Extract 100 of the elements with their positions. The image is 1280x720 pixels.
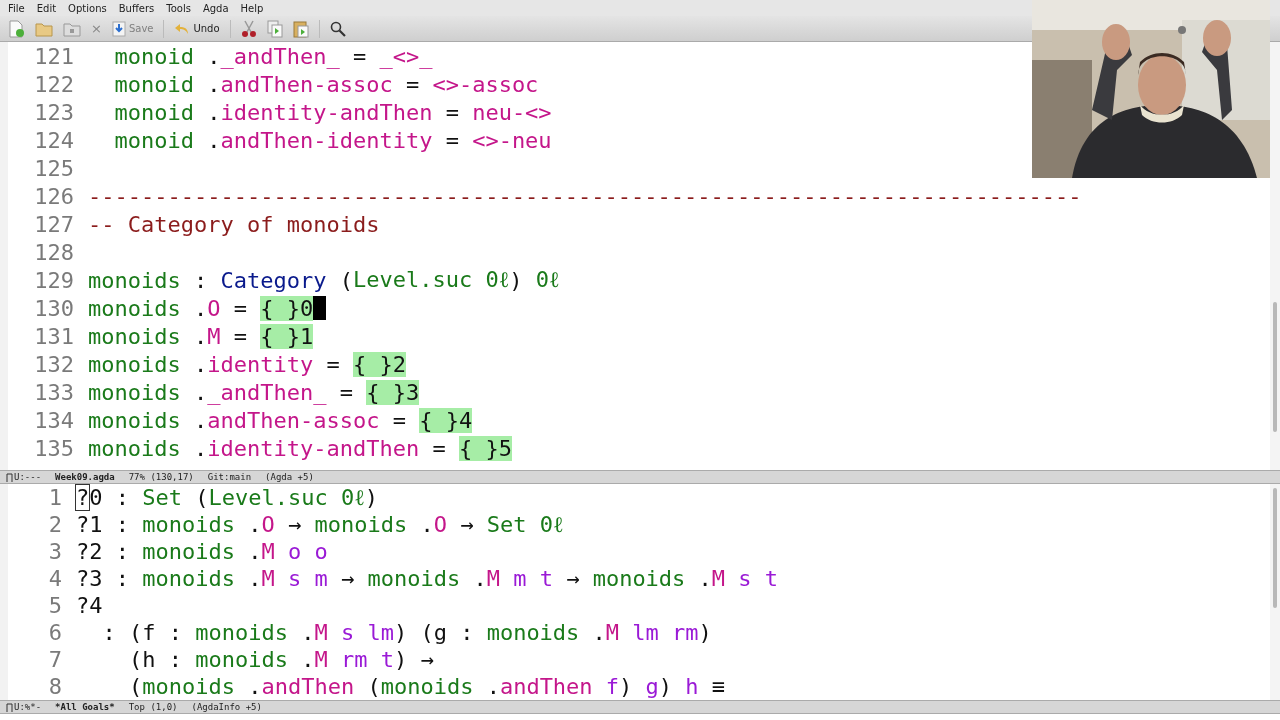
- code-token: .: [206, 43, 221, 69]
- code-token: (: [338, 267, 353, 293]
- code-token: .: [247, 674, 262, 699]
- code-token: monoids: [314, 512, 408, 537]
- line-number: 122: [33, 71, 75, 97]
- menu-item[interactable]: Agda: [196, 2, 235, 14]
- line-number: 133: [33, 379, 75, 405]
- code-token: monoids: [88, 323, 181, 349]
- modeline-text: (Agda +5): [265, 472, 314, 482]
- code-comment: -- Category of monoids: [88, 211, 380, 237]
- code-token: neu-<>: [472, 99, 552, 125]
- line-number: 7: [47, 647, 63, 672]
- code-token: M: [261, 566, 275, 591]
- scrollbar[interactable]: [1270, 42, 1280, 470]
- code-token: ?3 :: [76, 566, 130, 591]
- code-token: monoid: [113, 43, 194, 69]
- code-token: .: [206, 127, 221, 153]
- code-token: =: [431, 435, 447, 461]
- menu-item[interactable]: Buffers: [112, 2, 161, 14]
- code-token: →: [459, 512, 475, 537]
- code-token: M: [486, 566, 500, 591]
- scrollbar[interactable]: [1270, 484, 1280, 700]
- code-token: .: [247, 539, 262, 564]
- line-number: 127: [33, 211, 75, 237]
- goal-hole: { }5: [458, 435, 512, 461]
- goal-hole: { }2: [352, 351, 406, 377]
- buffer-name: Week09.agda: [55, 472, 115, 482]
- goal-hole: { }1: [260, 323, 314, 349]
- line-number: 134: [33, 407, 75, 433]
- code-token: monoids: [142, 566, 235, 591]
- code-token: monoids: [88, 379, 181, 405]
- code-token: .: [300, 647, 315, 672]
- code-token: O: [207, 295, 221, 321]
- line-number: 129: [33, 267, 75, 293]
- code-token: .: [697, 566, 712, 591]
- code-token: monoids: [142, 512, 235, 537]
- code-token: Level.suc 0ℓ: [352, 267, 510, 293]
- code-token: .: [485, 674, 500, 699]
- code-token: O: [433, 512, 447, 537]
- code-token: _andThen_: [220, 43, 340, 69]
- code-token: monoids: [88, 351, 181, 377]
- code-token: monoid: [113, 99, 194, 125]
- code-token: andThen: [499, 674, 593, 699]
- code-token: ≡: [710, 674, 726, 699]
- code-token: Category: [220, 267, 327, 293]
- code-token: .: [247, 512, 262, 537]
- code-token: .: [247, 566, 262, 591]
- code-token: 0 :: [89, 485, 130, 510]
- code-token: →: [565, 566, 581, 591]
- code-token: ?1 :: [76, 512, 130, 537]
- code-token: h: [685, 674, 699, 699]
- code-token: =: [338, 379, 354, 405]
- code-token: Set: [142, 485, 182, 510]
- menu-item[interactable]: Options: [62, 2, 113, 14]
- line-number: 124: [33, 127, 75, 153]
- line-number: 3: [47, 539, 63, 564]
- code-token: .: [591, 620, 606, 645]
- line-number: 125: [33, 155, 75, 181]
- code-token: =: [325, 351, 341, 377]
- code-token: g: [645, 674, 659, 699]
- code-token: M: [207, 323, 221, 349]
- code-token: identity: [207, 351, 314, 377]
- modeline-text: Git:main: [207, 472, 252, 482]
- code-token: _andThen_: [207, 379, 327, 405]
- code-token: andThen-identity: [220, 127, 433, 153]
- code-token: (h :: [127, 647, 183, 672]
- modeline-text: U:---: [14, 472, 42, 482]
- code-token: .: [206, 71, 221, 97]
- menu-item[interactable]: File: [2, 2, 31, 14]
- code-token: ) (g :: [393, 620, 475, 645]
- menu-item[interactable]: Help: [234, 2, 270, 14]
- code-token: identity-andThen: [220, 99, 433, 125]
- line-number: 1: [47, 485, 63, 510]
- code-token: =: [391, 407, 407, 433]
- code-token: =: [444, 99, 460, 125]
- code-token: monoid: [113, 127, 194, 153]
- code-token: (: [194, 485, 209, 510]
- line-number: 130: [33, 295, 75, 321]
- code-token: ): [658, 674, 674, 699]
- code-token: monoids: [142, 674, 235, 699]
- modeline-text: (AgdaInfo +5): [191, 702, 262, 712]
- code-token: _<>_: [379, 43, 433, 69]
- code-token: ): [364, 485, 378, 510]
- menu-item[interactable]: Edit: [30, 2, 63, 14]
- code-token: .: [192, 351, 208, 377]
- undo-button[interactable]: Undo: [171, 20, 223, 37]
- undo-arrow-icon: [174, 21, 191, 36]
- line-number: 123: [33, 99, 75, 125]
- menu-item[interactable]: Tools: [160, 2, 197, 14]
- line-number: 131: [33, 323, 75, 349]
- code-token: M: [711, 566, 726, 591]
- code-token: :: [192, 267, 209, 293]
- line-number: 8: [47, 674, 63, 699]
- code-token: monoids: [88, 267, 181, 293]
- code-token: ?2 :: [76, 539, 130, 564]
- code-token: monoids: [592, 566, 686, 591]
- code-token: monoids: [88, 407, 181, 433]
- code-token: rm t: [339, 647, 394, 672]
- line-number: 132: [33, 351, 75, 377]
- modeline-icon: [6, 472, 13, 482]
